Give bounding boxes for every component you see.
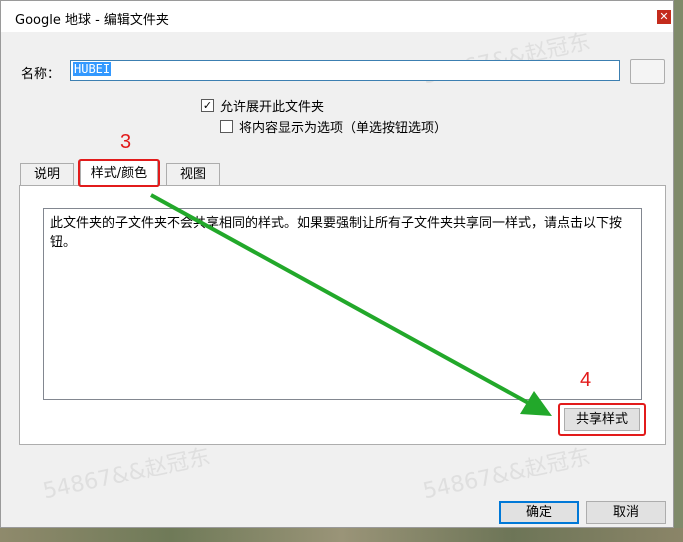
annotation-arrow bbox=[150, 193, 552, 416]
arrow-head bbox=[520, 391, 552, 416]
arrow-shaft bbox=[150, 193, 533, 407]
